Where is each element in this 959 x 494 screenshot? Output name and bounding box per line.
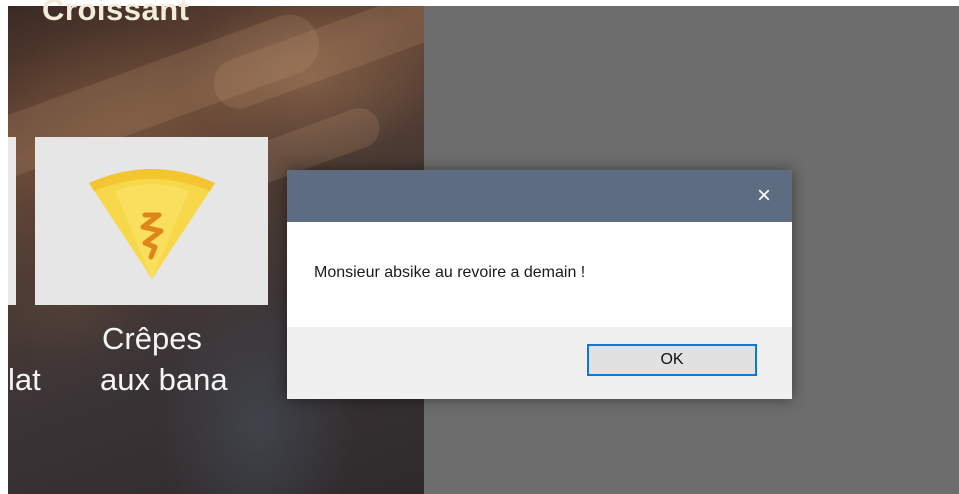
dialog-body: Monsieur absike au revoire a demain ! [287,222,792,327]
dialog-footer: OK [287,327,792,399]
dialog-message: Monsieur absike au revoire a demain ! [314,264,586,281]
close-icon[interactable]: × [750,182,778,210]
message-dialog: × Monsieur absike au revoire a demain ! … [287,170,792,399]
ok-button[interactable]: OK [587,344,757,376]
previous-item-label[interactable]: lat [8,359,41,400]
previous-item-tile[interactable] [8,137,16,305]
crepe-item-tile[interactable] [35,137,268,305]
dialog-titlebar[interactable]: × [287,170,792,222]
crepe-label-line2: aux bana [100,362,228,397]
croissant-label[interactable]: Croissant [42,0,282,28]
crepe-icon [89,169,215,279]
